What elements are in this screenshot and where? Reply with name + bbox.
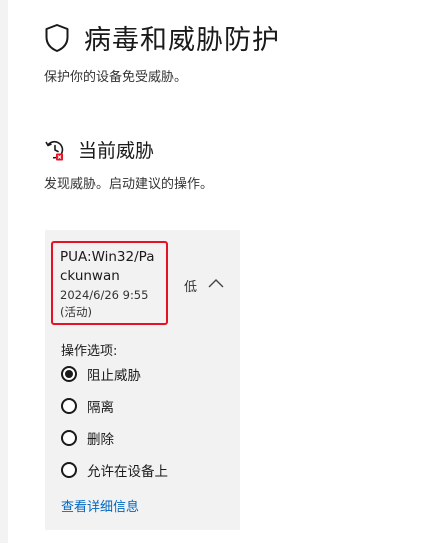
chevron-up-icon [208,279,224,288]
current-threats-header: 当前威胁 [44,136,154,163]
threat-summary-highlight[interactable]: PUA:Win32/Packunwan 2024/6/26 9:55 (活动) [51,241,168,325]
radio-option-allow[interactable]: 允许在设备上 [61,460,168,480]
radio-button[interactable] [61,398,77,414]
page-subtitle: 保护你的设备免受威胁。 [44,70,188,85]
threat-scan-icon [45,140,64,160]
page-header: 病毒和威胁防护 [44,18,280,57]
section-subtitle: 发现威胁。启动建议的操作。 [44,177,214,192]
radio-option-remove[interactable]: 删除 [61,428,114,448]
threat-date: 2024/6/26 9:55 (活动) [60,288,149,319]
collapse-button[interactable] [204,274,228,292]
threat-name: PUA:Win32/Packunwan [60,249,155,284]
page-title: 病毒和威胁防护 [84,25,280,56]
radio-label: 允许在设备上 [87,464,168,480]
action-options-label: 操作选项: [61,344,118,359]
threat-severity: 低 [184,280,198,295]
see-details-link[interactable]: 查看详细信息 [61,496,139,515]
radio-label: 隔离 [87,400,114,416]
radio-button[interactable] [61,366,77,382]
radio-button[interactable] [61,462,77,478]
radio-label: 删除 [87,432,114,448]
radio-label: 阻止威胁 [87,368,141,384]
radio-button[interactable] [61,430,77,446]
radio-option-quarantine[interactable]: 隔离 [61,396,114,416]
window-left-edge [0,0,8,543]
section-title: 当前威胁 [78,140,155,162]
radio-option-block[interactable]: 阻止威胁 [61,364,141,384]
threat-card: PUA:Win32/Packunwan 2024/6/26 9:55 (活动) … [45,230,240,530]
shield-icon [45,23,69,52]
